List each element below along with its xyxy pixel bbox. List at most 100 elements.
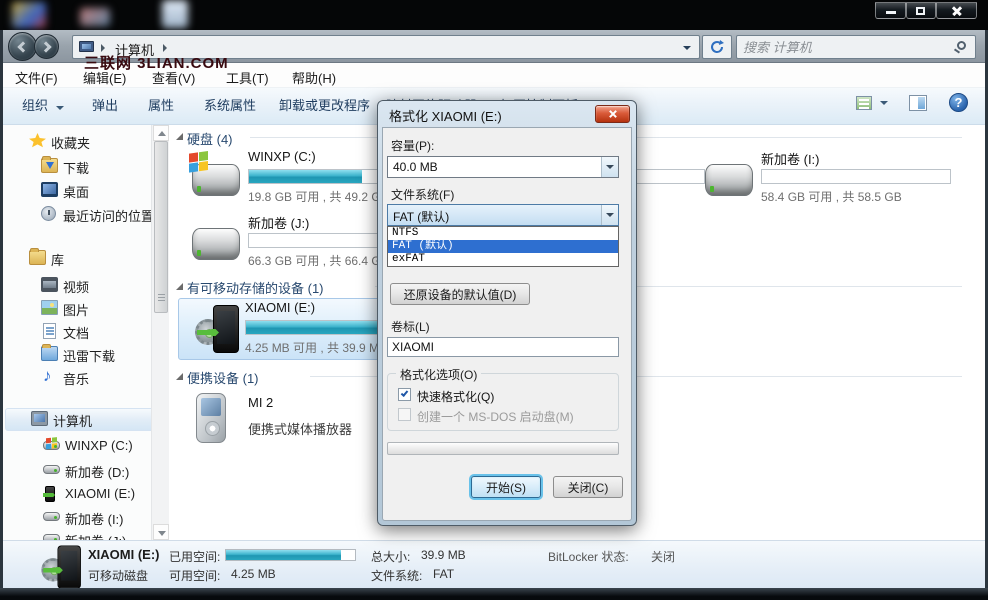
- menu-file[interactable]: 文件(F): [15, 68, 58, 87]
- fs-option-fat-selected[interactable]: FAT (默认): [388, 240, 618, 253]
- details-fs-label: 文件系统:: [371, 569, 423, 583]
- quick-format-row[interactable]: 快速格式化(Q): [398, 388, 494, 405]
- window-frame-bottom: [0, 588, 988, 600]
- back-icon: [17, 41, 29, 53]
- menu-tools[interactable]: 工具(T): [226, 68, 269, 87]
- breadcrumb-arrow-icon[interactable]: [101, 44, 105, 52]
- xiaomi-phone-icon: [195, 305, 241, 355]
- sidebar-item-drive-c[interactable]: WINXP (C:): [3, 436, 151, 458]
- group-header-harddisks[interactable]: 硬盘 (4): [187, 129, 233, 148]
- drive-icon: [43, 512, 60, 521]
- drive-icon: [43, 465, 60, 474]
- group-header-removable[interactable]: 有可移动存储的设备 (1): [187, 278, 324, 297]
- details-free-value: 4.25 MB: [231, 567, 276, 581]
- sidebar-item-pictures[interactable]: 图片: [3, 298, 151, 320]
- details-fs-value: FAT: [433, 567, 455, 581]
- fs-option-ntfs[interactable]: NTFS: [388, 227, 618, 240]
- details-pane: XIAOMI (E:) 可移动磁盘 已用空间: 可用空间: 4.25 MB 总大…: [3, 540, 985, 589]
- disk-usage-bar: [761, 169, 951, 184]
- properties-button[interactable]: 属性: [148, 95, 174, 114]
- xiaomi-phone-icon: [41, 545, 82, 591]
- combo-dropdown-icon[interactable]: [601, 205, 618, 225]
- sidebar-item-drive-d[interactable]: 新加卷 (D:): [3, 460, 151, 482]
- restore-defaults-button[interactable]: 还原设备的默认值(D): [390, 283, 530, 305]
- sidebar-item-videos[interactable]: 视频: [3, 275, 151, 297]
- back-button[interactable]: [8, 32, 37, 61]
- videos-icon: [41, 277, 58, 292]
- details-free-label: 可用空间:: [169, 569, 221, 583]
- documents-icon: [43, 323, 56, 339]
- breadcrumb-arrow-icon[interactable]: [163, 44, 167, 52]
- download-folder-icon: [41, 156, 58, 173]
- help-icon[interactable]: [949, 93, 968, 112]
- group-expander-icon[interactable]: [176, 373, 183, 380]
- windows-flag-icon: [189, 152, 198, 163]
- start-button[interactable]: 开始(S): [471, 476, 541, 498]
- sidebar-item-libraries[interactable]: 库: [3, 248, 151, 270]
- forward-icon: [40, 41, 52, 53]
- sidebar-item-music[interactable]: 音乐: [3, 366, 151, 389]
- navigation-pane: 收藏夹 下载 桌面 最近访问的位置 库 视频 图片 文档 迅雷下载 ♪ 音乐 计…: [3, 125, 165, 540]
- sidebar-item-drive-j[interactable]: 新加卷 (J:): [3, 529, 151, 540]
- close-button[interactable]: [936, 2, 977, 19]
- sidebar-item-drive-i[interactable]: 新加卷 (I:): [3, 507, 151, 529]
- desktop-icon: [12, 2, 46, 28]
- format-options-title: 格式化选项(O): [396, 366, 482, 383]
- sidebar-scrollbar[interactable]: [151, 125, 169, 540]
- group-expander-icon[interactable]: [176, 283, 183, 290]
- msdos-checkbox: [398, 408, 411, 421]
- minimize-button[interactable]: [875, 2, 906, 19]
- dialog-close-button[interactable]: [595, 105, 630, 123]
- combo-dropdown-icon[interactable]: [601, 157, 618, 177]
- drive-tile-i[interactable]: 新加卷 (I:) 58.4 GB 可用 , 共 58.5 GB: [699, 148, 951, 210]
- sidebar-item-downloads[interactable]: 下载: [3, 156, 151, 178]
- views-icon[interactable]: [856, 96, 872, 110]
- quick-format-checkbox[interactable]: [398, 388, 411, 401]
- scrollbar-thumb[interactable]: [154, 141, 168, 313]
- views-caret-icon[interactable]: [880, 101, 888, 105]
- search-input[interactable]: [743, 38, 943, 56]
- maximize-icon: [916, 6, 925, 15]
- organize-button[interactable]: 组织: [22, 95, 64, 114]
- star-icon: [29, 133, 46, 148]
- watermark: 三联网 3LIAN.COM: [84, 55, 229, 72]
- maximize-button[interactable]: [906, 2, 936, 19]
- desktop-background: [0, 0, 988, 30]
- sidebar-item-recent-places[interactable]: 最近访问的位置: [3, 204, 154, 226]
- forward-button[interactable]: [34, 34, 59, 59]
- format-options-group: 格式化选项(O) 快速格式化(Q) 创建一个 MS-DOS 启动盘(M): [387, 366, 619, 431]
- menu-help[interactable]: 帮助(H): [292, 68, 336, 87]
- filesystem-dropdown-list[interactable]: NTFS FAT (默认) exFAT: [387, 226, 619, 267]
- capacity-combobox[interactable]: 40.0 MB: [387, 156, 619, 178]
- refresh-button[interactable]: [702, 35, 732, 59]
- eject-button[interactable]: 弹出: [92, 95, 118, 114]
- sidebar-item-favorites[interactable]: 收藏夹: [3, 131, 151, 153]
- minimize-icon: [885, 11, 896, 14]
- details-bitlocker-value: 关闭: [651, 550, 676, 564]
- media-player-icon: [196, 393, 226, 443]
- details-total-label: 总大小:: [371, 550, 411, 564]
- format-progress-bar: [387, 442, 619, 455]
- fs-option-exfat[interactable]: exFAT: [388, 253, 618, 266]
- filesystem-combobox[interactable]: FAT (默认): [387, 204, 619, 226]
- preview-pane-icon[interactable]: [909, 95, 927, 111]
- volume-name-input[interactable]: [387, 337, 619, 357]
- group-expander-icon[interactable]: [176, 133, 183, 140]
- group-header-portable[interactable]: 便携设备 (1): [187, 368, 259, 387]
- system-properties-button[interactable]: 系统属性: [204, 95, 256, 114]
- scroll-down-icon[interactable]: [153, 524, 169, 540]
- sidebar-item-drive-e[interactable]: XIAOMI (E:): [3, 484, 151, 506]
- sidebar-item-documents[interactable]: 文档: [3, 321, 151, 343]
- uninstall-button[interactable]: 卸载或更改程序: [279, 95, 370, 114]
- scroll-up-icon[interactable]: [153, 125, 169, 141]
- sidebar-item-desktop[interactable]: 桌面: [3, 180, 151, 202]
- sidebar-item-thunder-downloads[interactable]: 迅雷下载: [3, 344, 151, 366]
- organize-caret-icon: [55, 106, 64, 110]
- search-icon[interactable]: [957, 41, 966, 50]
- search-box[interactable]: [736, 35, 976, 59]
- dialog-close2-button[interactable]: 关闭(C): [553, 476, 623, 498]
- details-bitlocker-label: BitLocker 状态:: [548, 550, 629, 564]
- sidebar-item-computer[interactable]: 计算机: [3, 409, 151, 431]
- refresh-icon: [711, 40, 724, 53]
- address-dropdown-icon[interactable]: [683, 46, 691, 50]
